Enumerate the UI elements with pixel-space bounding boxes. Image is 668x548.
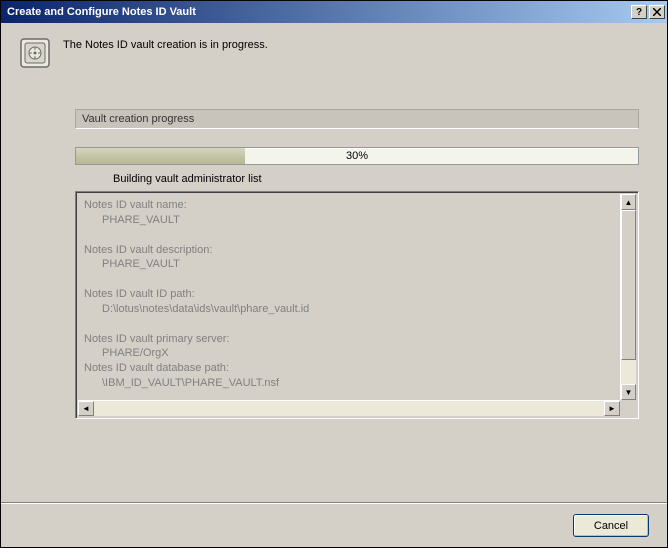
progress-bar: 30% bbox=[75, 147, 639, 165]
cancel-button[interactable]: Cancel bbox=[573, 514, 649, 537]
log-content: Notes ID vault name: PHARE_VAULT Notes I… bbox=[78, 194, 620, 400]
close-button[interactable] bbox=[649, 5, 665, 19]
log-line: Notes ID vault name: bbox=[84, 199, 187, 211]
titlebar: Create and Configure Notes ID Vault ? bbox=[1, 1, 667, 23]
scroll-down-icon[interactable]: ▼ bbox=[621, 384, 636, 400]
help-button[interactable]: ? bbox=[631, 5, 647, 19]
header-row: The Notes ID vault creation is in progre… bbox=[19, 37, 649, 69]
vault-icon bbox=[19, 37, 51, 69]
horizontal-scrollbar[interactable]: ◄ ► bbox=[78, 400, 620, 416]
log-line: PHARE_VAULT bbox=[102, 258, 180, 270]
log-line: Notes ID vault ID path: bbox=[84, 288, 195, 300]
log-line: Notes ID vault database path: bbox=[84, 362, 229, 374]
content-area: The Notes ID vault creation is in progre… bbox=[1, 23, 667, 503]
window-title: Create and Configure Notes ID Vault bbox=[7, 6, 629, 18]
log-line: Notes ID vault description: bbox=[84, 244, 212, 256]
progress-section: Vault creation progress 30% Building vau… bbox=[75, 109, 639, 419]
dialog-window: Create and Configure Notes ID Vault ? Th… bbox=[0, 0, 668, 548]
log-line: PHARE_VAULT bbox=[102, 214, 180, 226]
log-line: \IBM_ID_VAULT\PHARE_VAULT.nsf bbox=[102, 377, 279, 389]
section-label: Vault creation progress bbox=[75, 109, 639, 129]
progress-text: 30% bbox=[76, 148, 638, 164]
scroll-thumb[interactable] bbox=[621, 210, 636, 360]
vertical-scrollbar[interactable]: ▲ ▼ bbox=[620, 194, 636, 400]
log-line: Notes ID vault primary server: bbox=[84, 333, 229, 345]
log-line: D:\lotus\notes\data\ids\vault\phare_vaul… bbox=[102, 303, 309, 315]
footer: Cancel bbox=[1, 503, 667, 547]
scroll-right-icon[interactable]: ► bbox=[604, 401, 620, 416]
status-text: Building vault administrator list bbox=[113, 173, 639, 185]
log-area: Notes ID vault name: PHARE_VAULT Notes I… bbox=[75, 191, 639, 419]
scroll-left-icon[interactable]: ◄ bbox=[78, 401, 94, 416]
close-icon bbox=[653, 8, 661, 16]
scroll-up-icon[interactable]: ▲ bbox=[621, 194, 636, 210]
header-text: The Notes ID vault creation is in progre… bbox=[63, 39, 268, 51]
scroll-corner bbox=[620, 400, 636, 416]
log-line: PHARE/OrgX bbox=[102, 347, 169, 359]
